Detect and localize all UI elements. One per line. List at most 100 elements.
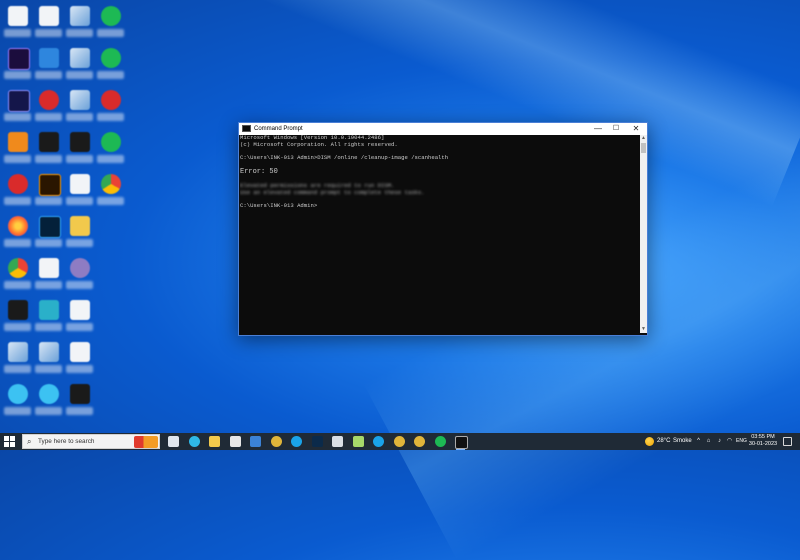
scroll-up-icon[interactable]: ▲ xyxy=(640,135,647,142)
vertical-scrollbar[interactable]: ▲ ▼ xyxy=(640,135,647,333)
taskbar-app-button[interactable] xyxy=(434,435,447,448)
scroll-down-icon[interactable]: ▼ xyxy=(640,326,647,333)
taskbar-app-button[interactable] xyxy=(208,435,221,448)
desktop-shortcut[interactable] xyxy=(2,44,33,86)
start-button[interactable] xyxy=(4,436,15,447)
desktop-shortcut[interactable] xyxy=(2,296,33,338)
minimize-button[interactable]: — xyxy=(589,123,607,135)
desktop-shortcut[interactable] xyxy=(95,2,126,44)
document-icon xyxy=(8,6,28,26)
show-hidden-icons-icon[interactable]: ^ xyxy=(695,438,702,445)
console-output[interactable]: Microsoft Windows [Version 10.0.19044.24… xyxy=(240,135,638,333)
desktop-shortcut[interactable] xyxy=(95,86,126,128)
shield-icon xyxy=(101,6,121,26)
search-highlight-icon[interactable] xyxy=(134,436,158,448)
sound-icon[interactable]: ♪ xyxy=(716,438,723,445)
taskbar-app-button[interactable] xyxy=(413,435,426,448)
maximize-button[interactable]: ☐ xyxy=(607,123,625,135)
taskbar-app-button[interactable] xyxy=(188,435,201,448)
desktop-shortcut-label xyxy=(66,113,93,121)
close-button[interactable]: ✕ xyxy=(627,123,645,135)
desktop-shortcut[interactable] xyxy=(33,212,64,254)
desktop-shortcut[interactable] xyxy=(33,170,64,212)
desktop-shortcut[interactable] xyxy=(95,128,126,170)
photoshop-icon xyxy=(39,216,61,238)
desktop-shortcut[interactable] xyxy=(95,170,126,212)
taskbar-app-button[interactable] xyxy=(393,435,406,448)
desktop-shortcut[interactable] xyxy=(33,86,64,128)
desktop-shortcut[interactable] xyxy=(2,254,33,296)
taskbar-app-button[interactable] xyxy=(331,435,344,448)
desktop-shortcut[interactable] xyxy=(64,128,95,170)
desktop-shortcut[interactable] xyxy=(2,170,33,212)
notification-icon[interactable] xyxy=(783,437,792,446)
illustrator-icon xyxy=(39,174,61,196)
desktop-shortcut[interactable] xyxy=(33,254,64,296)
weather-temperature[interactable]: 28°C xyxy=(657,433,670,450)
desktop-shortcut[interactable] xyxy=(33,128,64,170)
taskbar-app-button[interactable] xyxy=(372,435,385,448)
desktop-shortcut-label xyxy=(35,197,62,205)
desktop-shortcut[interactable] xyxy=(64,170,95,212)
system-clock[interactable]: 03:55 PM 30-01-2023 xyxy=(748,434,778,448)
desktop-shortcut[interactable] xyxy=(95,44,126,86)
desktop-shortcut[interactable] xyxy=(2,128,33,170)
desktop-shortcut-label xyxy=(4,281,31,289)
empty-cell xyxy=(95,296,126,338)
desktop-shortcut-label xyxy=(97,197,124,205)
desktop-shortcut[interactable] xyxy=(64,212,95,254)
clock-time: 03:55 PM xyxy=(751,434,775,440)
desktop-shortcut-label xyxy=(4,113,31,121)
desktop-shortcut[interactable] xyxy=(2,2,33,44)
desktop-shortcut[interactable] xyxy=(64,2,95,44)
notepad-icon xyxy=(352,436,364,447)
taskbar-app-button[interactable] xyxy=(311,435,324,448)
desktop-shortcut[interactable] xyxy=(33,380,64,422)
skype-icon xyxy=(291,436,302,447)
taskbar-app-button[interactable] xyxy=(229,435,242,448)
app-icon xyxy=(39,48,59,68)
desktop-shortcut[interactable] xyxy=(2,338,33,380)
desktop-shortcut[interactable] xyxy=(64,296,95,338)
desktop-shortcut[interactable] xyxy=(33,296,64,338)
desktop-shortcut[interactable] xyxy=(33,2,64,44)
desktop-shortcut[interactable] xyxy=(2,212,33,254)
taskbar-app-button[interactable] xyxy=(454,435,468,450)
weather-condition[interactable]: Smoke xyxy=(673,433,692,450)
desktop-shortcut-label xyxy=(66,71,93,79)
desktop-shortcut-label xyxy=(35,281,62,289)
language-indicator[interactable]: ENG xyxy=(736,433,747,450)
skype-icon xyxy=(373,436,384,447)
desktop-shortcut[interactable] xyxy=(64,338,95,380)
desktop-shortcut[interactable] xyxy=(64,44,95,86)
desktop-shortcut[interactable] xyxy=(33,338,64,380)
desktop-shortcut-label xyxy=(4,29,31,37)
vlc-icon xyxy=(8,132,28,152)
wifi-icon[interactable]: ◠ xyxy=(726,438,733,445)
network-icon[interactable]: ⌂ xyxy=(705,438,712,445)
desktop-shortcut-label xyxy=(35,113,62,121)
chrome-icon xyxy=(414,436,425,447)
search-placeholder: Type here to search xyxy=(38,438,95,445)
command-prompt-window[interactable]: Command Prompt — ☐ ✕ Microsoft Windows [… xyxy=(238,122,648,336)
title-bar[interactable]: Command Prompt — ☐ ✕ xyxy=(239,123,647,135)
chrome-icon xyxy=(8,258,28,278)
desktop-shortcut[interactable] xyxy=(64,254,95,296)
weather-icon[interactable] xyxy=(645,437,654,446)
desktop-shortcut-label xyxy=(35,239,62,247)
taskbar-app-button[interactable] xyxy=(270,435,283,448)
search-box[interactable]: ⌕ Type here to search xyxy=(22,434,160,449)
desktop-shortcut-label xyxy=(35,29,62,37)
desktop-shortcut[interactable] xyxy=(33,44,64,86)
desktop-shortcut[interactable] xyxy=(2,86,33,128)
taskbar-app-button[interactable] xyxy=(290,435,303,448)
app-icon xyxy=(8,174,28,194)
taskbar-app-button[interactable] xyxy=(249,435,262,448)
desktop-shortcut[interactable] xyxy=(64,380,95,422)
taskbar-app-button[interactable] xyxy=(352,435,365,448)
after-effects-icon xyxy=(8,48,30,70)
desktop-shortcut[interactable] xyxy=(2,380,33,422)
scroll-thumb[interactable] xyxy=(641,143,646,153)
taskbar-app-button[interactable] xyxy=(167,435,180,448)
desktop-shortcut[interactable] xyxy=(64,86,95,128)
